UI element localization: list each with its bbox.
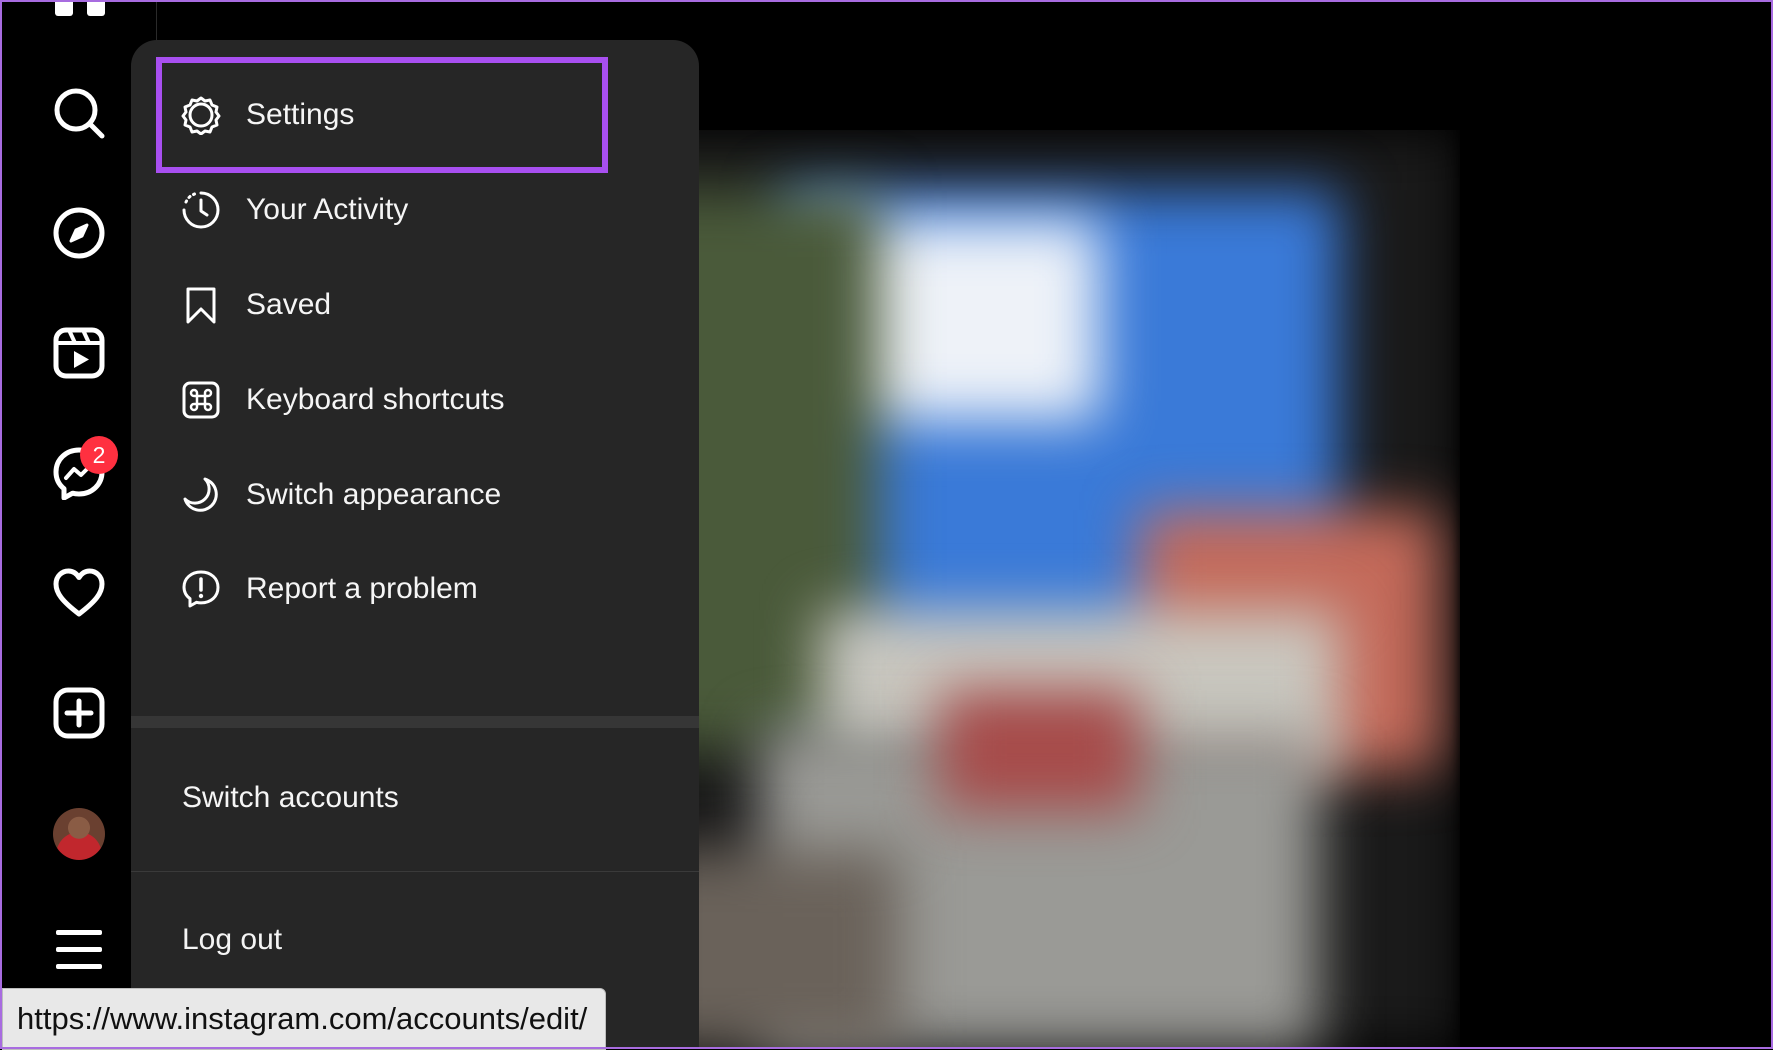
menu-item-report-problem[interactable]: Report a problem	[131, 543, 699, 635]
background-post-image	[640, 130, 1460, 1049]
menu-divider	[131, 716, 699, 728]
settings-highlight-box	[156, 57, 608, 173]
menu-divider	[131, 871, 699, 872]
moon-icon	[181, 475, 221, 515]
menu-item-label: Saved	[246, 288, 332, 321]
menu-item-saved[interactable]: Saved	[131, 259, 699, 351]
menu-item-label: Your Activity	[246, 193, 409, 226]
more-menu: Settings Your Activity Saved Keyboard sh…	[131, 40, 699, 1049]
menu-item-switch-appearance[interactable]: Switch appearance	[131, 449, 699, 541]
switch-accounts-button[interactable]: Switch accounts	[182, 768, 399, 828]
bookmark-icon	[181, 285, 221, 325]
menu-item-label: Keyboard shortcuts	[246, 383, 505, 416]
activity-icon	[181, 190, 221, 230]
explore-icon[interactable]	[52, 206, 106, 260]
home-icon-partial[interactable]	[55, 0, 105, 16]
create-icon[interactable]	[52, 686, 106, 740]
profile-avatar[interactable]	[53, 808, 105, 860]
menu-item-your-activity[interactable]: Your Activity	[131, 164, 699, 256]
command-icon	[181, 380, 221, 420]
heart-icon[interactable]	[52, 566, 106, 620]
report-icon	[181, 569, 221, 609]
menu-item-keyboard-shortcuts[interactable]: Keyboard shortcuts	[131, 354, 699, 446]
menu-item-label: Switch appearance	[246, 478, 502, 511]
log-out-button[interactable]: Log out	[182, 910, 282, 970]
menu-item-label: Report a problem	[246, 572, 478, 605]
search-icon[interactable]	[52, 86, 106, 140]
messages-badge: 2	[80, 436, 118, 474]
menu-icon[interactable]	[56, 930, 102, 970]
background-dark-right	[1460, 0, 1773, 1049]
reels-icon[interactable]	[52, 326, 106, 380]
status-bar-url: https://www.instagram.com/accounts/edit/	[2, 988, 607, 1050]
